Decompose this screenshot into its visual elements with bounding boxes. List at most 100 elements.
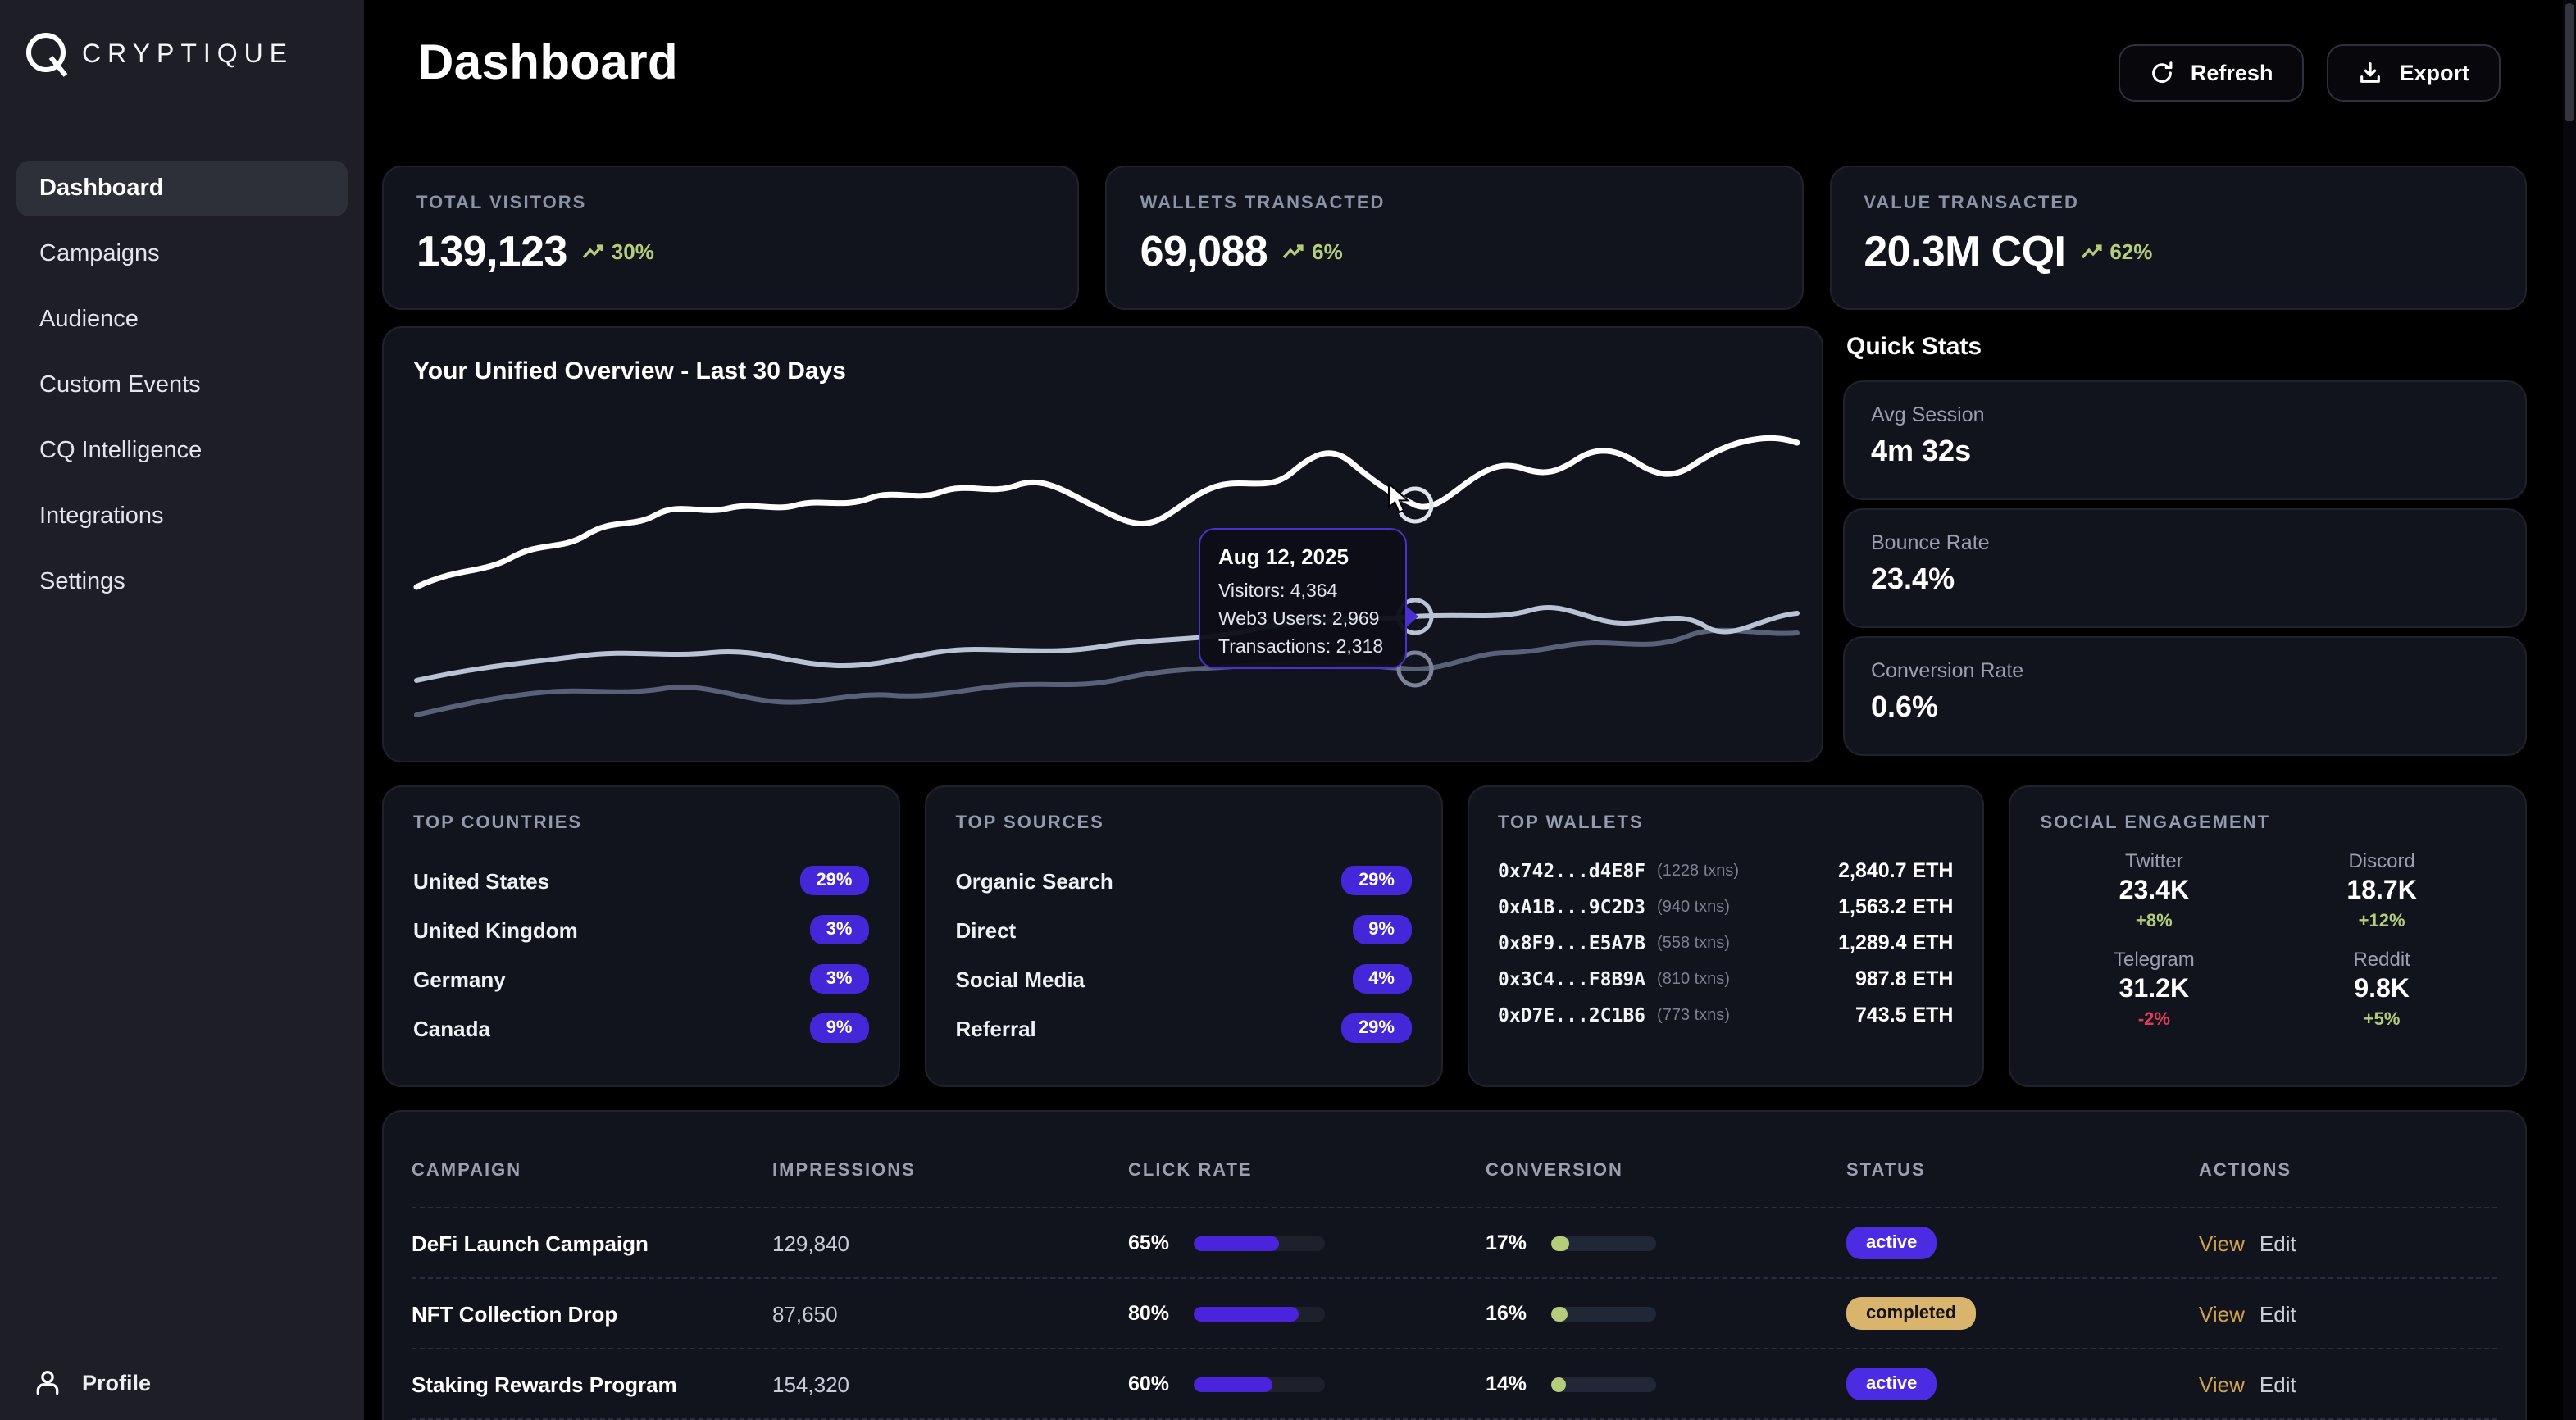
- country-row: Canada 9%: [413, 1004, 869, 1053]
- click-rate-bar: [1194, 1236, 1279, 1250]
- edit-link[interactable]: Edit: [2260, 1301, 2296, 1326]
- stat-card-wallets-transacted: WALLETS TRANSACTED 69,088 6%: [1106, 166, 1804, 310]
- stat-trend: 30%: [582, 239, 654, 264]
- social-engagement-panel: SOCIAL ENGAGEMENT Twitter 23.4K +8% Disc…: [2009, 785, 2528, 1087]
- click-rate-bar: [1194, 1306, 1299, 1321]
- stat-card-total-visitors: TOTAL VISITORS 139,123 30%: [382, 166, 1080, 310]
- sidebar-item-settings[interactable]: Settings: [16, 554, 348, 610]
- campaign-table: CAMPAIGN IMPRESSIONS CLICK RATE CONVERSI…: [382, 1110, 2527, 1420]
- wallet-txns: (773 txns): [1657, 1006, 1730, 1024]
- panel-title: TOP WALLETS: [1498, 813, 1954, 833]
- view-link[interactable]: View: [2199, 1372, 2245, 1396]
- conversion-cell: 16%: [1486, 1302, 1846, 1325]
- country-pct-badge: 3%: [810, 915, 869, 944]
- conversion-cell: 17%: [1486, 1231, 1846, 1254]
- edit-link[interactable]: Edit: [2260, 1231, 2296, 1255]
- edit-link[interactable]: Edit: [2260, 1372, 2296, 1396]
- tooltip-web3-users: Web3 Users: 2,969: [1218, 607, 1387, 635]
- quick-stats-column: Quick Stats Avg Session 4m 32s Bounce Ra…: [1843, 326, 2527, 764]
- quick-stat-value: 4m 32s: [1871, 435, 2499, 469]
- export-label: Export: [2399, 61, 2469, 85]
- sidebar-item-cq-intelligence[interactable]: CQ Intelligence: [16, 423, 348, 479]
- view-link[interactable]: View: [2199, 1301, 2245, 1326]
- source-row: Referral 29%: [956, 1004, 1412, 1053]
- quick-stats-title: Quick Stats: [1846, 333, 2527, 361]
- brand-logo: CRYPTIQUE: [0, 0, 364, 82]
- header-actions: Refresh Export: [2119, 44, 2501, 102]
- campaign-name: NFT Collection Drop: [412, 1301, 772, 1326]
- country-row: United States 29%: [413, 856, 869, 905]
- refresh-button[interactable]: Refresh: [2119, 44, 2305, 102]
- profile-button[interactable]: Profile: [33, 1368, 151, 1397]
- click-rate-bar: [1194, 1377, 1272, 1391]
- sidebar: CRYPTIQUE Dashboard Campaigns Audience C…: [0, 0, 364, 1420]
- panel-title: TOP COUNTRIES: [413, 813, 869, 833]
- conversion-value: 14%: [1486, 1372, 1535, 1395]
- trend-up-icon: [582, 243, 605, 261]
- click-rate-value: 80%: [1128, 1302, 1177, 1325]
- sidebar-item-campaigns[interactable]: Campaigns: [16, 226, 348, 282]
- sidebar-item-dashboard[interactable]: Dashboard: [16, 161, 348, 216]
- visitors-line: [416, 438, 1797, 587]
- scrollbar-thumb[interactable]: [2565, 3, 2574, 121]
- wallet-value: 987.8 ETH: [1855, 967, 1954, 990]
- main-content: Dashboard Refresh Export: [364, 0, 2551, 1420]
- wallet-row: 0x3C4...F8B9A (810 txns) 987.8 ETH: [1498, 961, 1954, 997]
- country-name: United States: [413, 868, 549, 893]
- table-row: NFT Collection Drop 87,650 80% 16% compl…: [412, 1277, 2497, 1348]
- tooltip-date: Aug 12, 2025: [1218, 544, 1387, 569]
- sidebar-item-integrations[interactable]: Integrations: [16, 489, 348, 544]
- unified-overview-chart[interactable]: Your Unified Overview - Last 30 Days Aug…: [382, 326, 1823, 762]
- chart-tooltip: Aug 12, 2025 Visitors: 4,364 Web3 Users:…: [1199, 528, 1407, 669]
- wallet-address: 0x8F9...E5A7B: [1498, 931, 1645, 954]
- country-pct-badge: 3%: [810, 964, 869, 994]
- quick-stat-bounce-rate: Bounce Rate 23.4%: [1843, 508, 2527, 628]
- sidebar-item-audience[interactable]: Audience: [16, 292, 348, 348]
- quick-stat-value: 23.4%: [1871, 562, 2499, 597]
- wallet-txns: (810 txns): [1657, 970, 1730, 988]
- mouse-cursor-icon: [1387, 482, 1415, 515]
- page-header: Dashboard Refresh Export: [364, 0, 2551, 166]
- view-link[interactable]: View: [2199, 1231, 2245, 1255]
- stat-card-value-transacted: VALUE TRANSACTED 20.3M CQI 62%: [1829, 166, 2527, 310]
- stat-cards: TOTAL VISITORS 139,123 30% WALLETS TRANS…: [364, 166, 2551, 310]
- table-row: Staking Rewards Program 154,320 60% 14% …: [412, 1348, 2497, 1418]
- column-status: STATUS: [1846, 1161, 2199, 1181]
- wallet-txns: (558 txns): [1657, 934, 1730, 952]
- sidebar-item-custom-events[interactable]: Custom Events: [16, 357, 348, 413]
- source-row: Organic Search 29%: [956, 856, 1412, 905]
- impressions-value: 154,320: [772, 1372, 1128, 1396]
- column-impressions: IMPRESSIONS: [772, 1161, 1128, 1181]
- campaign-name: Staking Rewards Program: [412, 1372, 772, 1396]
- conversion-value: 17%: [1486, 1231, 1535, 1254]
- status-badge: active: [1846, 1368, 1937, 1400]
- insight-panels: TOP COUNTRIES United States 29% United K…: [364, 785, 2551, 1087]
- export-button[interactable]: Export: [2327, 44, 2501, 102]
- transactions-line: [416, 630, 1797, 715]
- stat-value: 69,088: [1140, 226, 1268, 277]
- table-header-row: CAMPAIGN IMPRESSIONS CLICK RATE CONVERSI…: [412, 1112, 2497, 1207]
- cryptique-logo-icon: [23, 30, 72, 82]
- page-scrollbar[interactable]: [2563, 0, 2576, 1420]
- wallet-address: 0x3C4...F8B9A: [1498, 967, 1645, 990]
- stat-label: VALUE TRANSACTED: [1864, 193, 2492, 213]
- social-network: Reddit: [2268, 948, 2496, 971]
- social-value: 18.7K: [2268, 877, 2496, 907]
- conversion-bar: [1551, 1306, 1568, 1321]
- stat-value: 139,123: [416, 226, 567, 277]
- source-pct-badge: 4%: [1352, 964, 1411, 994]
- brand-name: CRYPTIQUE: [82, 41, 294, 71]
- quick-stat-label: Avg Session: [1871, 403, 2499, 426]
- page-title: Dashboard: [418, 36, 678, 92]
- country-name: Germany: [413, 967, 506, 991]
- wallet-row: 0x742...d4E8F (1228 txns) 2,840.7 ETH: [1498, 853, 1954, 889]
- column-actions: ACTIONS: [2199, 1161, 2497, 1181]
- country-pct-badge: 29%: [799, 866, 868, 895]
- impressions-value: 129,840: [772, 1231, 1128, 1255]
- conversion-bar: [1551, 1236, 1569, 1250]
- click-rate-cell: 60%: [1128, 1372, 1486, 1395]
- profile-label: Profile: [82, 1370, 151, 1395]
- social-network: Discord: [2268, 849, 2496, 872]
- source-pct-badge: 29%: [1342, 1013, 1411, 1043]
- top-countries-panel: TOP COUNTRIES United States 29% United K…: [382, 785, 900, 1087]
